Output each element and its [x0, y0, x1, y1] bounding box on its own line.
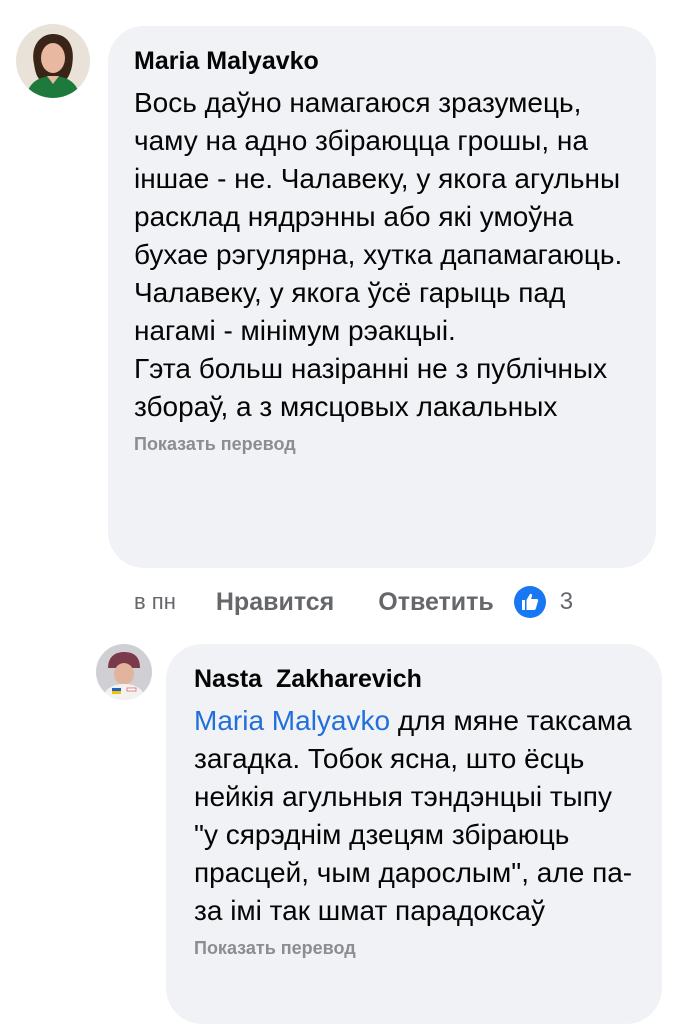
reply-button[interactable]: Ответить — [378, 588, 494, 617]
avatar-photo — [16, 24, 90, 98]
reaction-count[interactable]: 3 — [560, 588, 573, 616]
comment-bubble: Maria Malyavko Вось даўно намагаюся зраз… — [108, 26, 656, 568]
comment-timestamp[interactable]: в пн — [134, 589, 176, 615]
comment-paragraph: Гэта больш назіранні не з публічных збор… — [134, 353, 608, 422]
mention-link[interactable]: Maria Malyavko — [194, 705, 390, 736]
comment-actions: в пн Нравится Ответить 3 — [134, 584, 573, 620]
comment-paragraph: Вось даўно намагаюся зразумець, чаму на … — [134, 87, 623, 346]
reply-text: Maria Malyavko для мяне таксама загадка.… — [194, 702, 634, 930]
maria-malyavko-avatar[interactable] — [16, 24, 90, 98]
like-button[interactable]: Нравится — [216, 588, 334, 617]
reply-bubble: Nasta Zakharevich Maria Malyavko для мян… — [166, 644, 662, 1024]
like-icon[interactable] — [513, 586, 546, 618]
nasta-zakharevich-avatar[interactable] — [96, 644, 152, 700]
avatar-photo — [96, 644, 152, 700]
reply-author[interactable]: Nasta Zakharevich — [194, 664, 634, 694]
reply-text-content: для мяне таксама загадка. Тобок ясна, шт… — [194, 705, 633, 926]
show-translation-link[interactable]: Показать перевод — [134, 432, 630, 456]
comment-author[interactable]: Maria Malyavko — [134, 46, 630, 76]
show-translation-link[interactable]: Показать перевод — [194, 936, 634, 960]
comment-text: Вось даўно намагаюся зразумець, чаму на … — [134, 84, 630, 426]
